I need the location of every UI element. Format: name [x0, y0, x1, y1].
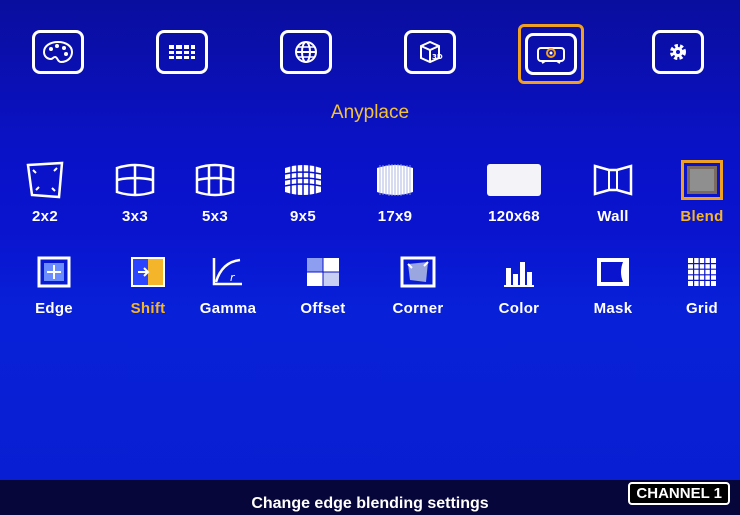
option-label: Gamma — [199, 300, 257, 317]
option-5x3[interactable]: 5x3 — [175, 158, 255, 225]
option-label: Wall — [597, 208, 629, 225]
option-grid[interactable]: Grid — [662, 250, 740, 317]
corner-icon — [400, 256, 436, 288]
option-2x2[interactable]: 2x2 — [5, 158, 85, 225]
grid-9x5-icon — [284, 164, 322, 196]
mask-icon — [597, 258, 629, 286]
option-label: Offset — [300, 300, 346, 317]
3d-cube-icon[interactable]: 3D — [404, 30, 456, 74]
globe-icon[interactable] — [280, 30, 332, 74]
color-bars-icon — [504, 262, 534, 287]
option-9x5[interactable]: 9x5 — [263, 158, 343, 225]
gamma-icon: r — [212, 258, 242, 286]
option-edge[interactable]: Edge — [14, 250, 94, 317]
option-120x68[interactable]: 120x68 — [474, 158, 554, 225]
option-label-selected: Blend — [680, 208, 724, 225]
option-label: Mask — [593, 300, 633, 317]
gear-icon[interactable] — [652, 30, 704, 74]
grid-5x3-icon — [195, 163, 235, 197]
option-offset[interactable]: Offset — [283, 250, 363, 317]
option-17x9[interactable]: 17x9 — [355, 158, 435, 225]
layout-icon[interactable] — [156, 30, 208, 74]
option-label: 17x9 — [377, 208, 413, 225]
option-label: 3x3 — [122, 208, 148, 225]
option-color[interactable]: Color — [479, 250, 559, 317]
option-3x3[interactable]: 3x3 — [95, 158, 175, 225]
option-wall[interactable]: Wall — [573, 158, 653, 225]
selection-highlight — [681, 160, 723, 200]
offset-icon — [307, 258, 339, 286]
osd-menu: 3D Anyplace 2x2 3x3 5x3 9x5 17x9 120x68 … — [0, 0, 740, 515]
channel-badge: CHANNEL 1 — [628, 482, 730, 505]
shift-icon — [131, 257, 165, 287]
option-label: 9x5 — [290, 208, 316, 225]
projector-icon — [525, 33, 577, 75]
option-mask[interactable]: Mask — [573, 250, 653, 317]
option-label: 120x68 — [488, 208, 540, 225]
option-label-selected: Shift — [130, 300, 166, 317]
option-label: Grid — [685, 300, 719, 317]
projector-selected-frame[interactable] — [518, 24, 584, 84]
svg-text:r: r — [230, 271, 236, 284]
option-label: Corner — [392, 300, 444, 317]
option-shift[interactable]: Shift — [108, 250, 188, 317]
section-title: Anyplace — [330, 102, 410, 123]
grid-3x3-icon — [115, 163, 155, 197]
option-corner[interactable]: Corner — [378, 250, 458, 317]
grid-17x9-icon — [377, 164, 413, 196]
option-label: Color — [498, 300, 540, 317]
warp-2x2-icon — [26, 161, 64, 199]
grid-120x68-icon — [487, 164, 541, 196]
top-menu: 3D — [0, 20, 740, 90]
palette-icon[interactable] — [32, 30, 84, 74]
option-blend[interactable]: Blend — [662, 158, 740, 225]
option-label: Edge — [35, 300, 73, 317]
option-gamma[interactable]: r Gamma — [188, 250, 268, 317]
option-label: 5x3 — [202, 208, 228, 225]
wall-icon — [593, 164, 633, 196]
option-label: 2x2 — [32, 208, 58, 225]
svg-text:3D: 3D — [432, 53, 443, 61]
edge-icon — [37, 256, 71, 288]
grid-icon — [688, 258, 716, 286]
